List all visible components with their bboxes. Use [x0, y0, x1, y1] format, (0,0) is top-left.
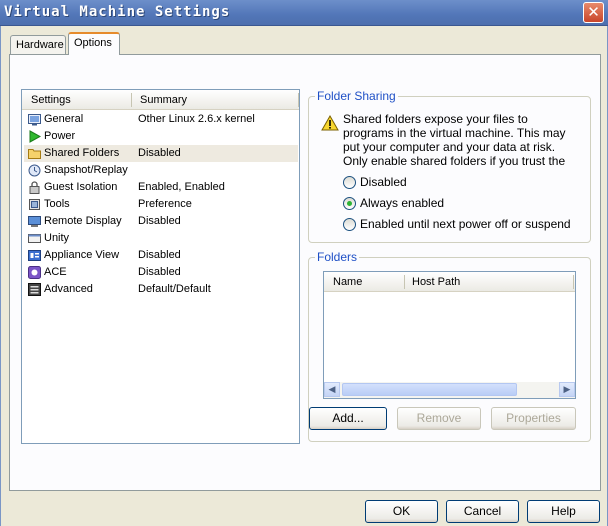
- snapshot-icon: [28, 164, 41, 177]
- cancel-button[interactable]: Cancel: [446, 500, 519, 523]
- tab-hardware[interactable]: Hardware: [10, 35, 66, 55]
- radio-always-enabled[interactable]: Always enabled: [343, 195, 583, 211]
- radio-label: Disabled: [360, 175, 407, 189]
- remove-folder-button[interactable]: Remove: [397, 407, 481, 430]
- folder-sharing-group: Folder Sharing Shared folders expose you…: [308, 89, 591, 243]
- settings-row-shared-folders[interactable]: Shared Folders Disabled: [24, 145, 298, 162]
- isolation-icon: [29, 181, 40, 194]
- folders-list-header: Name Host Path: [324, 272, 575, 292]
- help-button[interactable]: Help: [527, 500, 600, 523]
- warning-line: programs in the virtual machine. This ma…: [343, 126, 566, 140]
- ace-icon: [28, 266, 41, 279]
- folders-list[interactable]: Name Host Path ◀ ▶: [323, 271, 576, 399]
- warning-line: put your computer and your data at risk.: [343, 140, 556, 154]
- settings-row-appliance-view[interactable]: Appliance View Disabled: [24, 247, 298, 264]
- row-name: Tools: [44, 198, 70, 210]
- radio-enabled-until-power-off[interactable]: Enabled until next power off or suspend: [343, 216, 585, 232]
- power-icon: [29, 130, 41, 143]
- settings-list: Settings Summary General Other Linux 2.6…: [21, 89, 300, 444]
- warning-icon: [321, 115, 339, 131]
- settings-row-snapshot-replay[interactable]: Snapshot/Replay: [24, 162, 298, 179]
- warning-line: Only enable shared folders if you trust …: [343, 154, 566, 168]
- settings-row-advanced[interactable]: Advanced Default/Default: [24, 281, 298, 298]
- settings-row-general[interactable]: General Other Linux 2.6.x kernel: [24, 111, 298, 128]
- radio-disabled[interactable]: Disabled: [343, 174, 583, 190]
- scroll-thumb[interactable]: [342, 383, 517, 396]
- tools-icon: [29, 199, 40, 210]
- title-bar: Virtual Machine Settings ✕: [0, 0, 608, 26]
- radio-label: Always enabled: [360, 196, 445, 210]
- add-folder-button[interactable]: Add...: [309, 407, 387, 430]
- tab-options[interactable]: Options: [68, 32, 120, 55]
- column-divider[interactable]: [298, 93, 299, 107]
- folder-sharing-label: Folder Sharing: [315, 89, 398, 103]
- horizontal-scrollbar[interactable]: ◀ ▶: [324, 382, 575, 398]
- settings-row-guest-isolation[interactable]: Guest Isolation Enabled, Enabled: [24, 179, 298, 196]
- row-name: Remote Display: [44, 215, 122, 227]
- column-divider[interactable]: [573, 275, 574, 289]
- warning-line: Shared folders expose your files to: [343, 112, 528, 126]
- scroll-right-arrow-icon[interactable]: ▶: [559, 382, 575, 397]
- row-summary: Other Linux 2.6.x kernel: [138, 113, 255, 125]
- folder-icon: [28, 149, 41, 159]
- folder-properties-button[interactable]: Properties: [491, 407, 576, 430]
- settings-row-unity[interactable]: Unity: [24, 230, 298, 247]
- window-title: Virtual Machine Settings: [4, 4, 231, 20]
- window-body: Hardware Options Settings Summary Genera…: [0, 26, 608, 526]
- advanced-icon: [28, 283, 41, 296]
- ok-button[interactable]: OK: [365, 500, 438, 523]
- close-button[interactable]: ✕: [583, 2, 604, 23]
- row-name: Advanced: [44, 283, 93, 295]
- row-name: ACE: [44, 266, 67, 278]
- column-summary[interactable]: Summary: [140, 94, 187, 106]
- row-name: Guest Isolation: [44, 181, 118, 193]
- row-name: Shared Folders: [44, 147, 120, 159]
- settings-row-power[interactable]: Power: [24, 128, 298, 145]
- settings-row-tools[interactable]: Tools Preference: [24, 196, 298, 213]
- folders-label: Folders: [315, 250, 360, 264]
- settings-row-ace[interactable]: ACE Disabled: [24, 264, 298, 281]
- settings-row-remote-display[interactable]: Remote Display Disabled: [24, 213, 298, 230]
- scroll-left-arrow-icon[interactable]: ◀: [324, 382, 340, 397]
- row-summary: Disabled: [138, 215, 181, 227]
- row-summary: Disabled: [138, 147, 181, 159]
- remote-display-icon: [28, 216, 41, 227]
- row-name: Unity: [44, 232, 70, 244]
- general-icon: [28, 114, 41, 126]
- row-summary: Enabled, Enabled: [138, 181, 225, 193]
- row-name: General: [44, 113, 84, 125]
- row-name: Power: [44, 130, 76, 142]
- radio-circle[interactable]: [343, 197, 356, 210]
- radio-label: Enabled until next power off or suspend: [360, 217, 571, 231]
- options-panel: Settings Summary General Other Linux 2.6…: [9, 54, 601, 491]
- row-summary: Disabled: [138, 266, 181, 278]
- column-settings[interactable]: Settings: [31, 94, 71, 106]
- row-summary: Disabled: [138, 249, 181, 261]
- column-host-path[interactable]: Host Path: [412, 276, 460, 288]
- row-summary: Preference: [138, 198, 192, 210]
- column-divider[interactable]: [131, 93, 132, 107]
- row-summary: Default/Default: [138, 283, 211, 295]
- column-divider[interactable]: [404, 275, 405, 289]
- unity-icon: [28, 234, 41, 243]
- settings-list-header: Settings Summary: [22, 90, 299, 110]
- row-name: Appliance View: [44, 249, 120, 261]
- column-name[interactable]: Name: [333, 276, 362, 288]
- row-name: Snapshot/Replay: [44, 164, 128, 176]
- radio-circle[interactable]: [343, 176, 356, 189]
- warning-text: Shared folders expose your files to prog…: [343, 112, 585, 168]
- appliance-icon: [28, 250, 41, 261]
- radio-circle[interactable]: [343, 218, 356, 231]
